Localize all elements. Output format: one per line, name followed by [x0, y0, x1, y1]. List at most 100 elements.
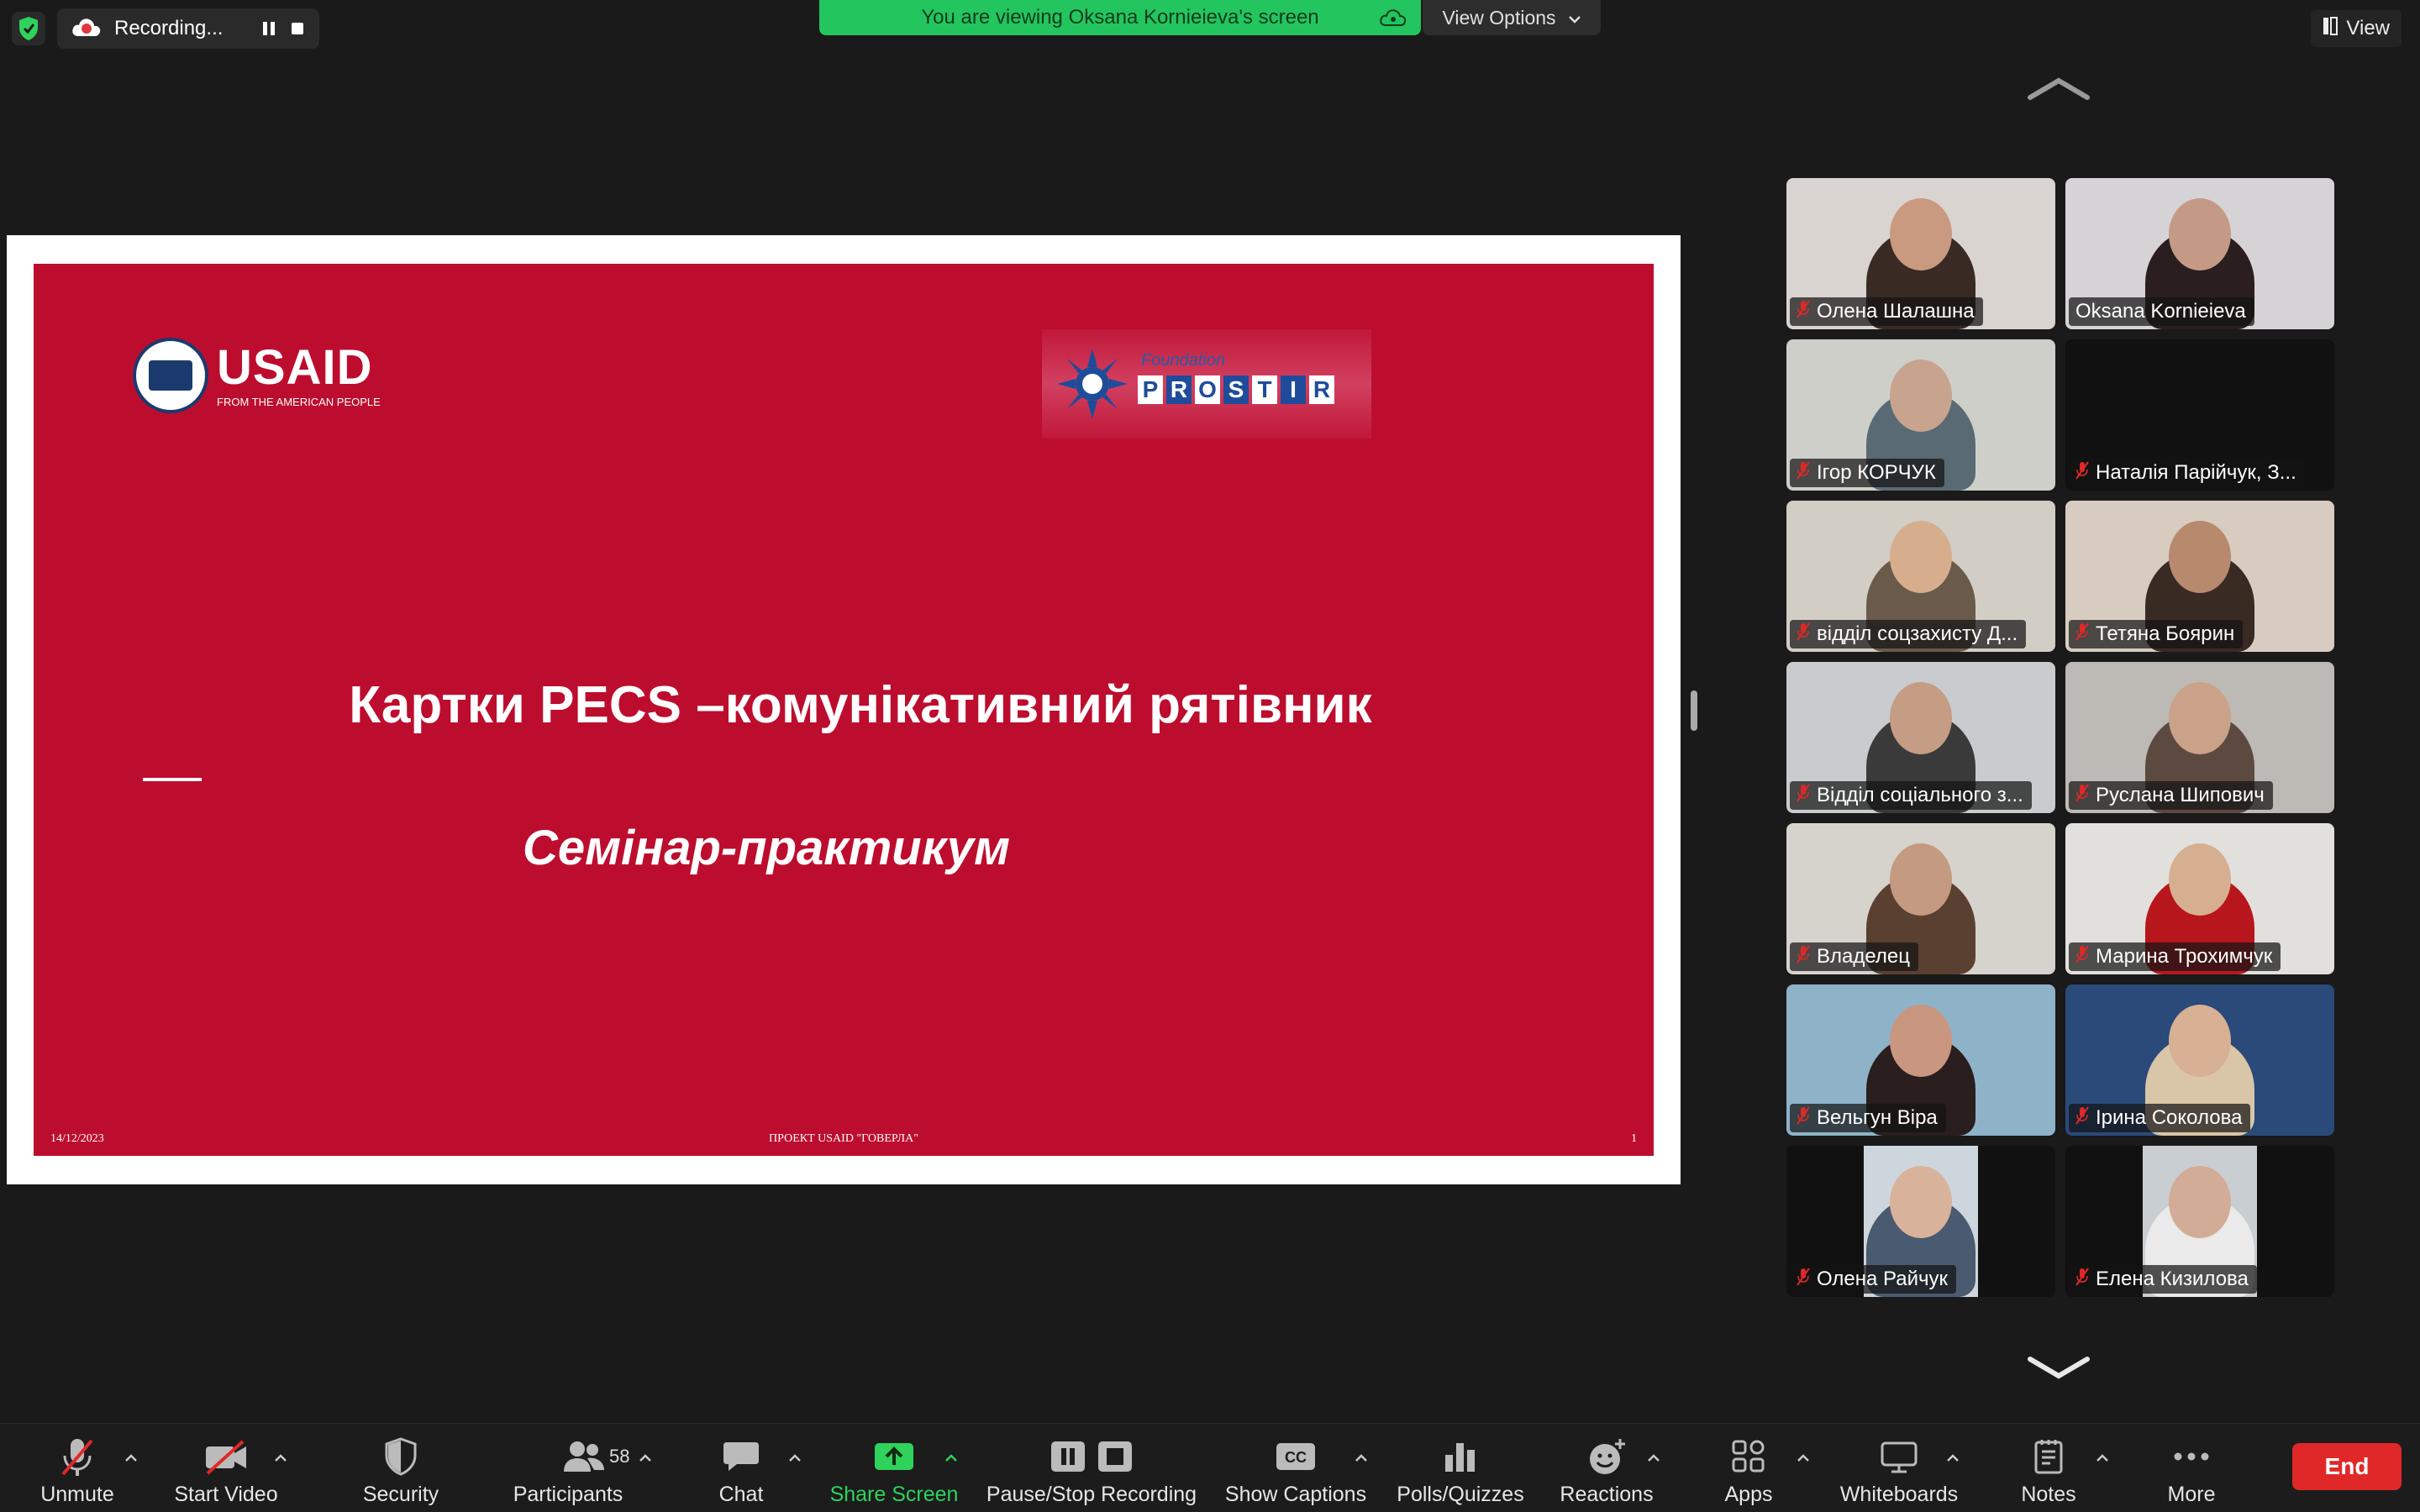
- prostir-letter: S: [1223, 375, 1249, 404]
- view-button[interactable]: View: [2311, 10, 2402, 47]
- notes-options-caret-icon[interactable]: [2094, 1449, 2111, 1466]
- prostir-wordmark: P R O S T I R: [1138, 375, 1334, 404]
- participant-name-tag: Вельгун Віра: [1790, 1104, 1946, 1132]
- prostir-letter: P: [1138, 375, 1163, 404]
- mic-muted-icon: [2075, 460, 2089, 486]
- start-video-button[interactable]: Start Video: [166, 1424, 286, 1512]
- usaid-logo: USAID FROM THE AMERICAN PEOPLE: [133, 338, 381, 413]
- slide-title: Картки PECS –комунікативний рятівник: [349, 676, 1372, 734]
- slide-page-number: 1: [1631, 1132, 1637, 1145]
- participant-tile[interactable]: Ігор КОРЧУК: [1786, 339, 2055, 491]
- participant-name-tag: Ірина Соколова: [2069, 1104, 2251, 1132]
- captions-options-caret-icon[interactable]: [1353, 1449, 1370, 1466]
- view-options-button[interactable]: View Options: [1423, 0, 1601, 35]
- participant-tile[interactable]: Марина Трохимчук: [2065, 823, 2334, 974]
- participant-tile[interactable]: Вельгун Віра: [1786, 984, 2055, 1136]
- share-screen-icon: [873, 1436, 915, 1478]
- whiteboards-button[interactable]: Whiteboards: [1840, 1424, 1958, 1512]
- unmute-button[interactable]: Unmute: [34, 1424, 121, 1512]
- participant-tile[interactable]: Руслана Шипович: [2065, 662, 2334, 813]
- slide-divider: [143, 778, 202, 781]
- presentation-slide: USAID FROM THE AMERICAN PEOPLE Foundatio…: [34, 264, 1654, 1156]
- unmute-label: Unmute: [40, 1483, 114, 1506]
- gallery-scroll-up-icon[interactable]: [2027, 76, 2091, 105]
- participant-tile[interactable]: відділ соцзахисту Д...: [1786, 501, 2055, 652]
- participant-name-tag: Олена Шалашна: [1790, 297, 1983, 326]
- microphone-muted-icon: [56, 1436, 98, 1478]
- participant-tile[interactable]: Наталія Парійчук, З...: [2065, 339, 2334, 491]
- apps-options-caret-icon[interactable]: [1795, 1449, 1812, 1466]
- camera-off-icon: [203, 1436, 250, 1478]
- participant-tile[interactable]: Відділ соціального з...: [1786, 662, 2055, 813]
- reactions-button[interactable]: Reactions: [1556, 1424, 1657, 1512]
- prostir-foundation-label: Foundation: [1141, 351, 1226, 370]
- participants-count: 58: [609, 1446, 630, 1467]
- participant-tile[interactable]: Ірина Соколова: [2065, 984, 2334, 1136]
- whiteboards-options-caret-icon[interactable]: [1944, 1449, 1961, 1466]
- participant-tile[interactable]: Тетяна Боярин: [2065, 501, 2334, 652]
- security-button[interactable]: Security: [351, 1424, 450, 1512]
- pause-recording-icon[interactable]: [260, 20, 277, 37]
- more-button[interactable]: More: [2158, 1424, 2225, 1512]
- prostir-letter: T: [1252, 375, 1277, 404]
- security-label: Security: [362, 1483, 439, 1506]
- polls-quizzes-button[interactable]: Polls/Quizzes: [1395, 1424, 1526, 1512]
- svg-text:CC: CC: [1285, 1449, 1307, 1466]
- participant-name: відділ соцзахисту Д...: [1817, 622, 2018, 645]
- participant-name-tag: Тетяна Боярин: [2069, 620, 2244, 648]
- participant-name-tag: Олена Райчук: [1790, 1265, 1956, 1294]
- prostir-letter: I: [1281, 375, 1306, 404]
- chat-options-caret-icon[interactable]: [786, 1449, 803, 1466]
- participant-name-tag: Владелец: [1790, 942, 1919, 971]
- slide-subtitle: Семінар-практикум: [523, 821, 1010, 875]
- gallery-scroll-down-icon[interactable]: [2027, 1356, 2091, 1385]
- participant-name-tag: Наталія Парійчук, З...: [2069, 459, 2305, 487]
- split-resize-handle[interactable]: [1691, 690, 1697, 731]
- participant-tile[interactable]: Олена Райчук: [1786, 1146, 2055, 1297]
- mic-muted-icon: [2075, 622, 2089, 647]
- participant-name-tag: Ігор КОРЧУК: [1790, 459, 1944, 487]
- reactions-options-caret-icon[interactable]: [1645, 1449, 1662, 1466]
- participant-name: Руслана Шипович: [2096, 784, 2265, 806]
- view-label: View: [2346, 17, 2390, 39]
- participant-name-tag: Oksana Kornieieva: [2069, 297, 2254, 326]
- shield-icon: [384, 1436, 418, 1478]
- participants-options-caret-icon[interactable]: [637, 1449, 654, 1466]
- end-meeting-button[interactable]: End: [2292, 1443, 2402, 1490]
- reactions-label: Reactions: [1560, 1483, 1654, 1506]
- pause-stop-recording-button[interactable]: Pause/Stop Recording: [985, 1424, 1198, 1512]
- participant-name: Марина Трохимчук: [2096, 945, 2273, 968]
- mic-muted-icon: [1797, 944, 1810, 969]
- prostir-letter: O: [1195, 375, 1220, 404]
- cc-captions-icon: CC: [1275, 1436, 1317, 1478]
- smiley-reaction-icon: [1586, 1436, 1627, 1478]
- view-options-label: View Options: [1442, 6, 1556, 29]
- chat-button[interactable]: Chat: [708, 1424, 775, 1512]
- share-screen-button[interactable]: Share Screen: [825, 1424, 963, 1512]
- audio-options-caret-icon[interactable]: [123, 1449, 139, 1466]
- apps-button[interactable]: Apps: [1714, 1424, 1783, 1512]
- participant-tile[interactable]: Олена Шалашна: [1786, 178, 2055, 329]
- mic-muted-icon: [1797, 1105, 1810, 1131]
- grid-view-icon: [2323, 16, 2338, 41]
- participant-name: Ірина Соколова: [2096, 1106, 2243, 1129]
- participant-tile[interactable]: Oksana Kornieieva: [2065, 178, 2334, 329]
- participants-button[interactable]: 58 Participants: [508, 1424, 629, 1512]
- stop-recording-icon[interactable]: [289, 20, 306, 37]
- cloud-icon: [1379, 7, 1407, 33]
- mic-muted-icon: [1797, 299, 1810, 324]
- share-options-caret-icon[interactable]: [943, 1449, 960, 1466]
- participant-tile[interactable]: Владелец: [1786, 823, 2055, 974]
- banner-text: You are viewing Oksana Kornieieva's scre…: [921, 6, 1319, 29]
- chat-label: Chat: [718, 1483, 764, 1506]
- video-options-caret-icon[interactable]: [272, 1449, 289, 1466]
- participant-tile[interactable]: Елена Кизилова: [2065, 1146, 2334, 1297]
- notes-button[interactable]: Notes: [2013, 1424, 2084, 1512]
- bar-chart-icon: [1442, 1436, 1479, 1478]
- start-video-label: Start Video: [174, 1483, 278, 1506]
- whiteboards-label: Whiteboards: [1839, 1483, 1959, 1506]
- show-captions-button[interactable]: CC Show Captions: [1223, 1424, 1368, 1512]
- mic-muted-icon: [2075, 1105, 2089, 1131]
- encryption-shield-icon[interactable]: [12, 12, 45, 45]
- participant-name-tag: відділ соцзахисту Д...: [1790, 620, 2027, 648]
